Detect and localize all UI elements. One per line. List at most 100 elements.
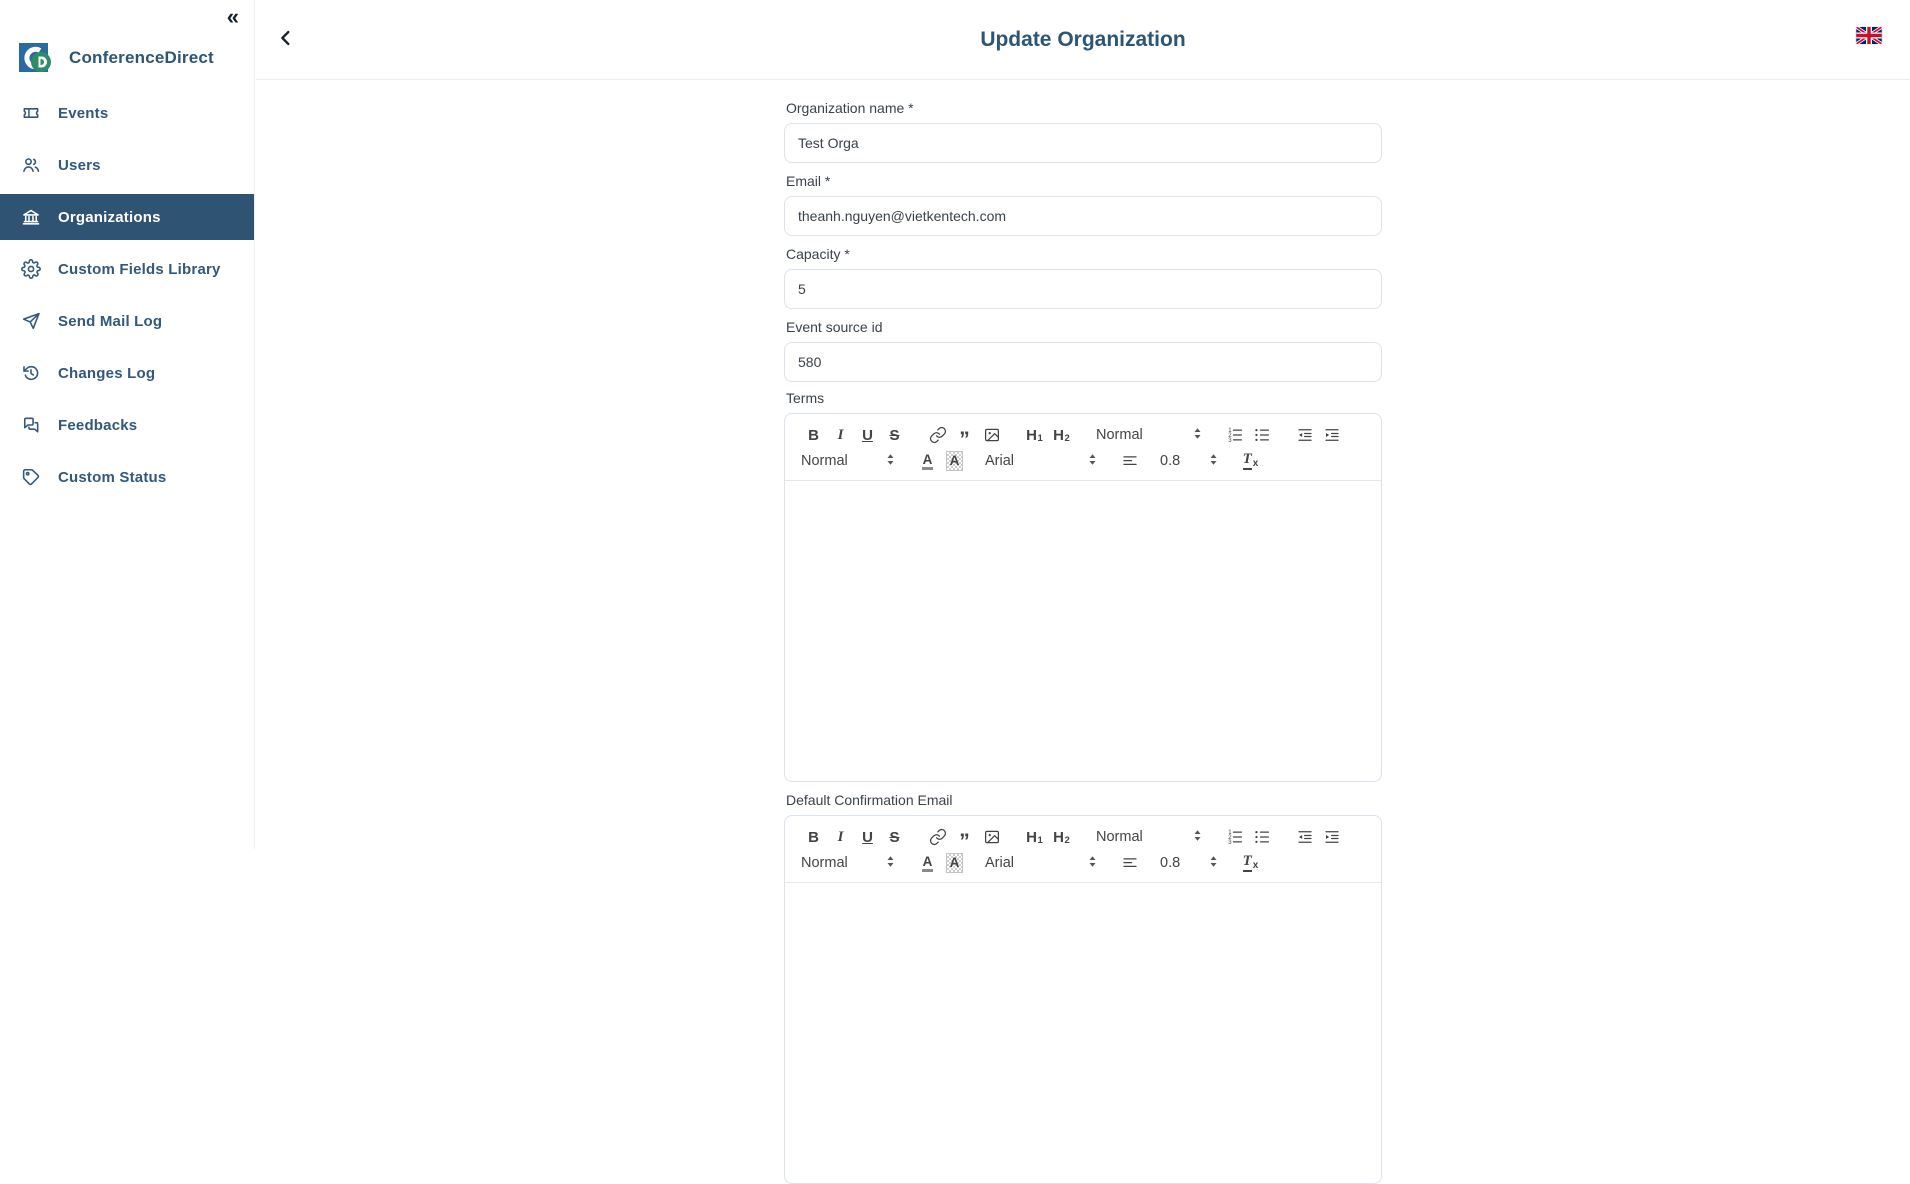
italic-glyph: I: [838, 830, 844, 845]
capacity-input[interactable]: [784, 269, 1382, 309]
header-select-value: Normal: [1096, 829, 1143, 845]
toolbar-group: AA: [915, 449, 969, 473]
strike-button[interactable]: S: [882, 423, 907, 447]
align-icon: [1121, 452, 1139, 470]
updown-arrows-icon: [886, 854, 895, 873]
terms-toolbar: B IUS ” H1H2 Normal 123 Normal AA Arial 0.8 Tx: [785, 414, 1381, 481]
sidebar-item-changes-log[interactable]: Changes Log: [0, 350, 254, 396]
image-button[interactable]: [979, 423, 1004, 447]
default-confirmation-email-editor: BIUS ” H1H2 Normal 123 Normal AA Arial 0.8 Tx: [784, 815, 1382, 1184]
ordered-list-button[interactable]: 123: [1222, 825, 1247, 849]
line-height-select-value: 0.8: [1160, 453, 1180, 469]
toolbar-group: 123: [1222, 825, 1276, 849]
sidebar-collapse-button[interactable]: «: [227, 4, 236, 30]
sidebar-item-label: Custom Status: [58, 469, 166, 486]
users-icon: [21, 155, 41, 175]
toolbar-group: AA: [915, 851, 969, 875]
chat-icon: [21, 415, 41, 435]
line-height-select-dropdown[interactable]: 0.8: [1160, 854, 1218, 873]
gear-icon: [21, 259, 41, 279]
align-button[interactable]: [1117, 449, 1142, 473]
header-1-button[interactable]: H1: [1022, 423, 1047, 447]
sidebar-item-feedbacks[interactable]: Feedbacks: [0, 402, 254, 448]
size-select-dropdown[interactable]: Normal: [801, 854, 895, 873]
header-select-dropdown[interactable]: Normal: [1096, 828, 1202, 847]
underline-button[interactable]: U: [855, 423, 880, 447]
terms-content[interactable]: [785, 481, 1381, 781]
sidebar: « ConferenceDirect EventsUsersOrganizati…: [0, 0, 255, 849]
sidebar-item-custom-fields-library[interactable]: Custom Fields Library: [0, 246, 254, 292]
quote-icon: ”: [959, 426, 970, 445]
background-color-icon: A: [946, 853, 964, 873]
font-select-dropdown[interactable]: Arial: [985, 854, 1097, 873]
italic-glyph: I: [838, 428, 844, 443]
toolbar-group: BIUS: [801, 825, 909, 849]
sidebar-item-custom-status[interactable]: Custom Status: [0, 454, 254, 500]
toolbar-group: [1292, 825, 1346, 849]
sidebar-item-users[interactable]: Users: [0, 142, 254, 188]
bold-glyph: B: [808, 428, 819, 443]
toolbar-group: [1117, 851, 1144, 875]
updown-arrows-icon: [1088, 452, 1097, 471]
header-1-button[interactable]: H1: [1022, 825, 1047, 849]
language-selector[interactable]: [1856, 27, 1882, 44]
clear-format-button[interactable]: Tx: [1238, 851, 1263, 875]
header-select-value: Normal: [1096, 427, 1143, 443]
text-color-button[interactable]: A: [915, 449, 940, 473]
ordered-list-icon: 123: [1226, 426, 1244, 444]
bullet-list-button[interactable]: [1249, 423, 1274, 447]
underline-button[interactable]: U: [855, 825, 880, 849]
updown-arrows-icon: [1088, 854, 1097, 873]
clear-format-button[interactable]: Tx: [1238, 449, 1263, 473]
toolbar-group: 0.8: [1160, 854, 1222, 873]
email-input[interactable]: [784, 196, 1382, 236]
sidebar-item-label: Events: [58, 105, 108, 122]
header-2-button[interactable]: H2: [1049, 825, 1074, 849]
header-select-dropdown[interactable]: Normal: [1096, 426, 1202, 445]
bold-button[interactable]: B: [801, 825, 826, 849]
updown-arrows-icon: [1209, 854, 1218, 873]
sidebar-item-events[interactable]: Events: [0, 90, 254, 136]
text-color-button[interactable]: A: [915, 851, 940, 875]
bold-button[interactable]: B: [801, 423, 826, 447]
outdent-button[interactable]: [1292, 423, 1317, 447]
indent-button[interactable]: [1319, 825, 1344, 849]
italic-button[interactable]: I: [828, 825, 853, 849]
blockquote-button[interactable]: ”: [952, 423, 977, 447]
indent-button[interactable]: [1319, 423, 1344, 447]
indent-icon: [1323, 426, 1341, 444]
align-button[interactable]: [1117, 851, 1142, 875]
ordered-list-button[interactable]: 123: [1222, 423, 1247, 447]
italic-button[interactable]: I: [828, 423, 853, 447]
link-button[interactable]: [925, 825, 950, 849]
toolbar-group: Normal: [801, 854, 899, 873]
toolbar-group: Tx: [1238, 449, 1265, 473]
sidebar-item-label: Custom Fields Library: [58, 261, 221, 278]
outdent-button[interactable]: [1292, 825, 1317, 849]
clear-format-icon: Tx: [1243, 854, 1259, 872]
font-select-dropdown[interactable]: Arial: [985, 452, 1097, 471]
blockquote-button[interactable]: ”: [952, 825, 977, 849]
background-color-button[interactable]: A: [942, 851, 967, 875]
image-button[interactable]: [979, 825, 1004, 849]
default-confirmation-email-content[interactable]: [785, 883, 1381, 1183]
header-2-button[interactable]: H2: [1049, 423, 1074, 447]
event-source-id-input[interactable]: [784, 342, 1382, 382]
sidebar-item-send-mail-log[interactable]: Send Mail Log: [0, 298, 254, 344]
toolbar-group: 123: [1222, 423, 1276, 447]
background-color-button[interactable]: A: [942, 449, 967, 473]
strike-button[interactable]: S: [882, 825, 907, 849]
organization-name-input[interactable]: [784, 123, 1382, 163]
line-height-select-dropdown[interactable]: 0.8: [1160, 452, 1218, 471]
toolbar-row-2: Normal AA Arial 0.8 Tx: [801, 850, 1367, 876]
page-header: Update Organization: [256, 0, 1910, 80]
link-button[interactable]: [925, 423, 950, 447]
history-icon: [21, 363, 41, 383]
form-editors: TermsBIUS”H1H2Normal123NormalAAArial0.8T…: [784, 390, 1382, 1184]
capacity-label: Capacity *: [786, 246, 1380, 262]
toolbar-group: B IUS: [801, 423, 909, 447]
size-select-dropdown[interactable]: Normal: [801, 452, 895, 471]
link-icon: [929, 828, 947, 846]
sidebar-item-organizations[interactable]: Organizations: [0, 194, 254, 240]
bullet-list-button[interactable]: [1249, 825, 1274, 849]
